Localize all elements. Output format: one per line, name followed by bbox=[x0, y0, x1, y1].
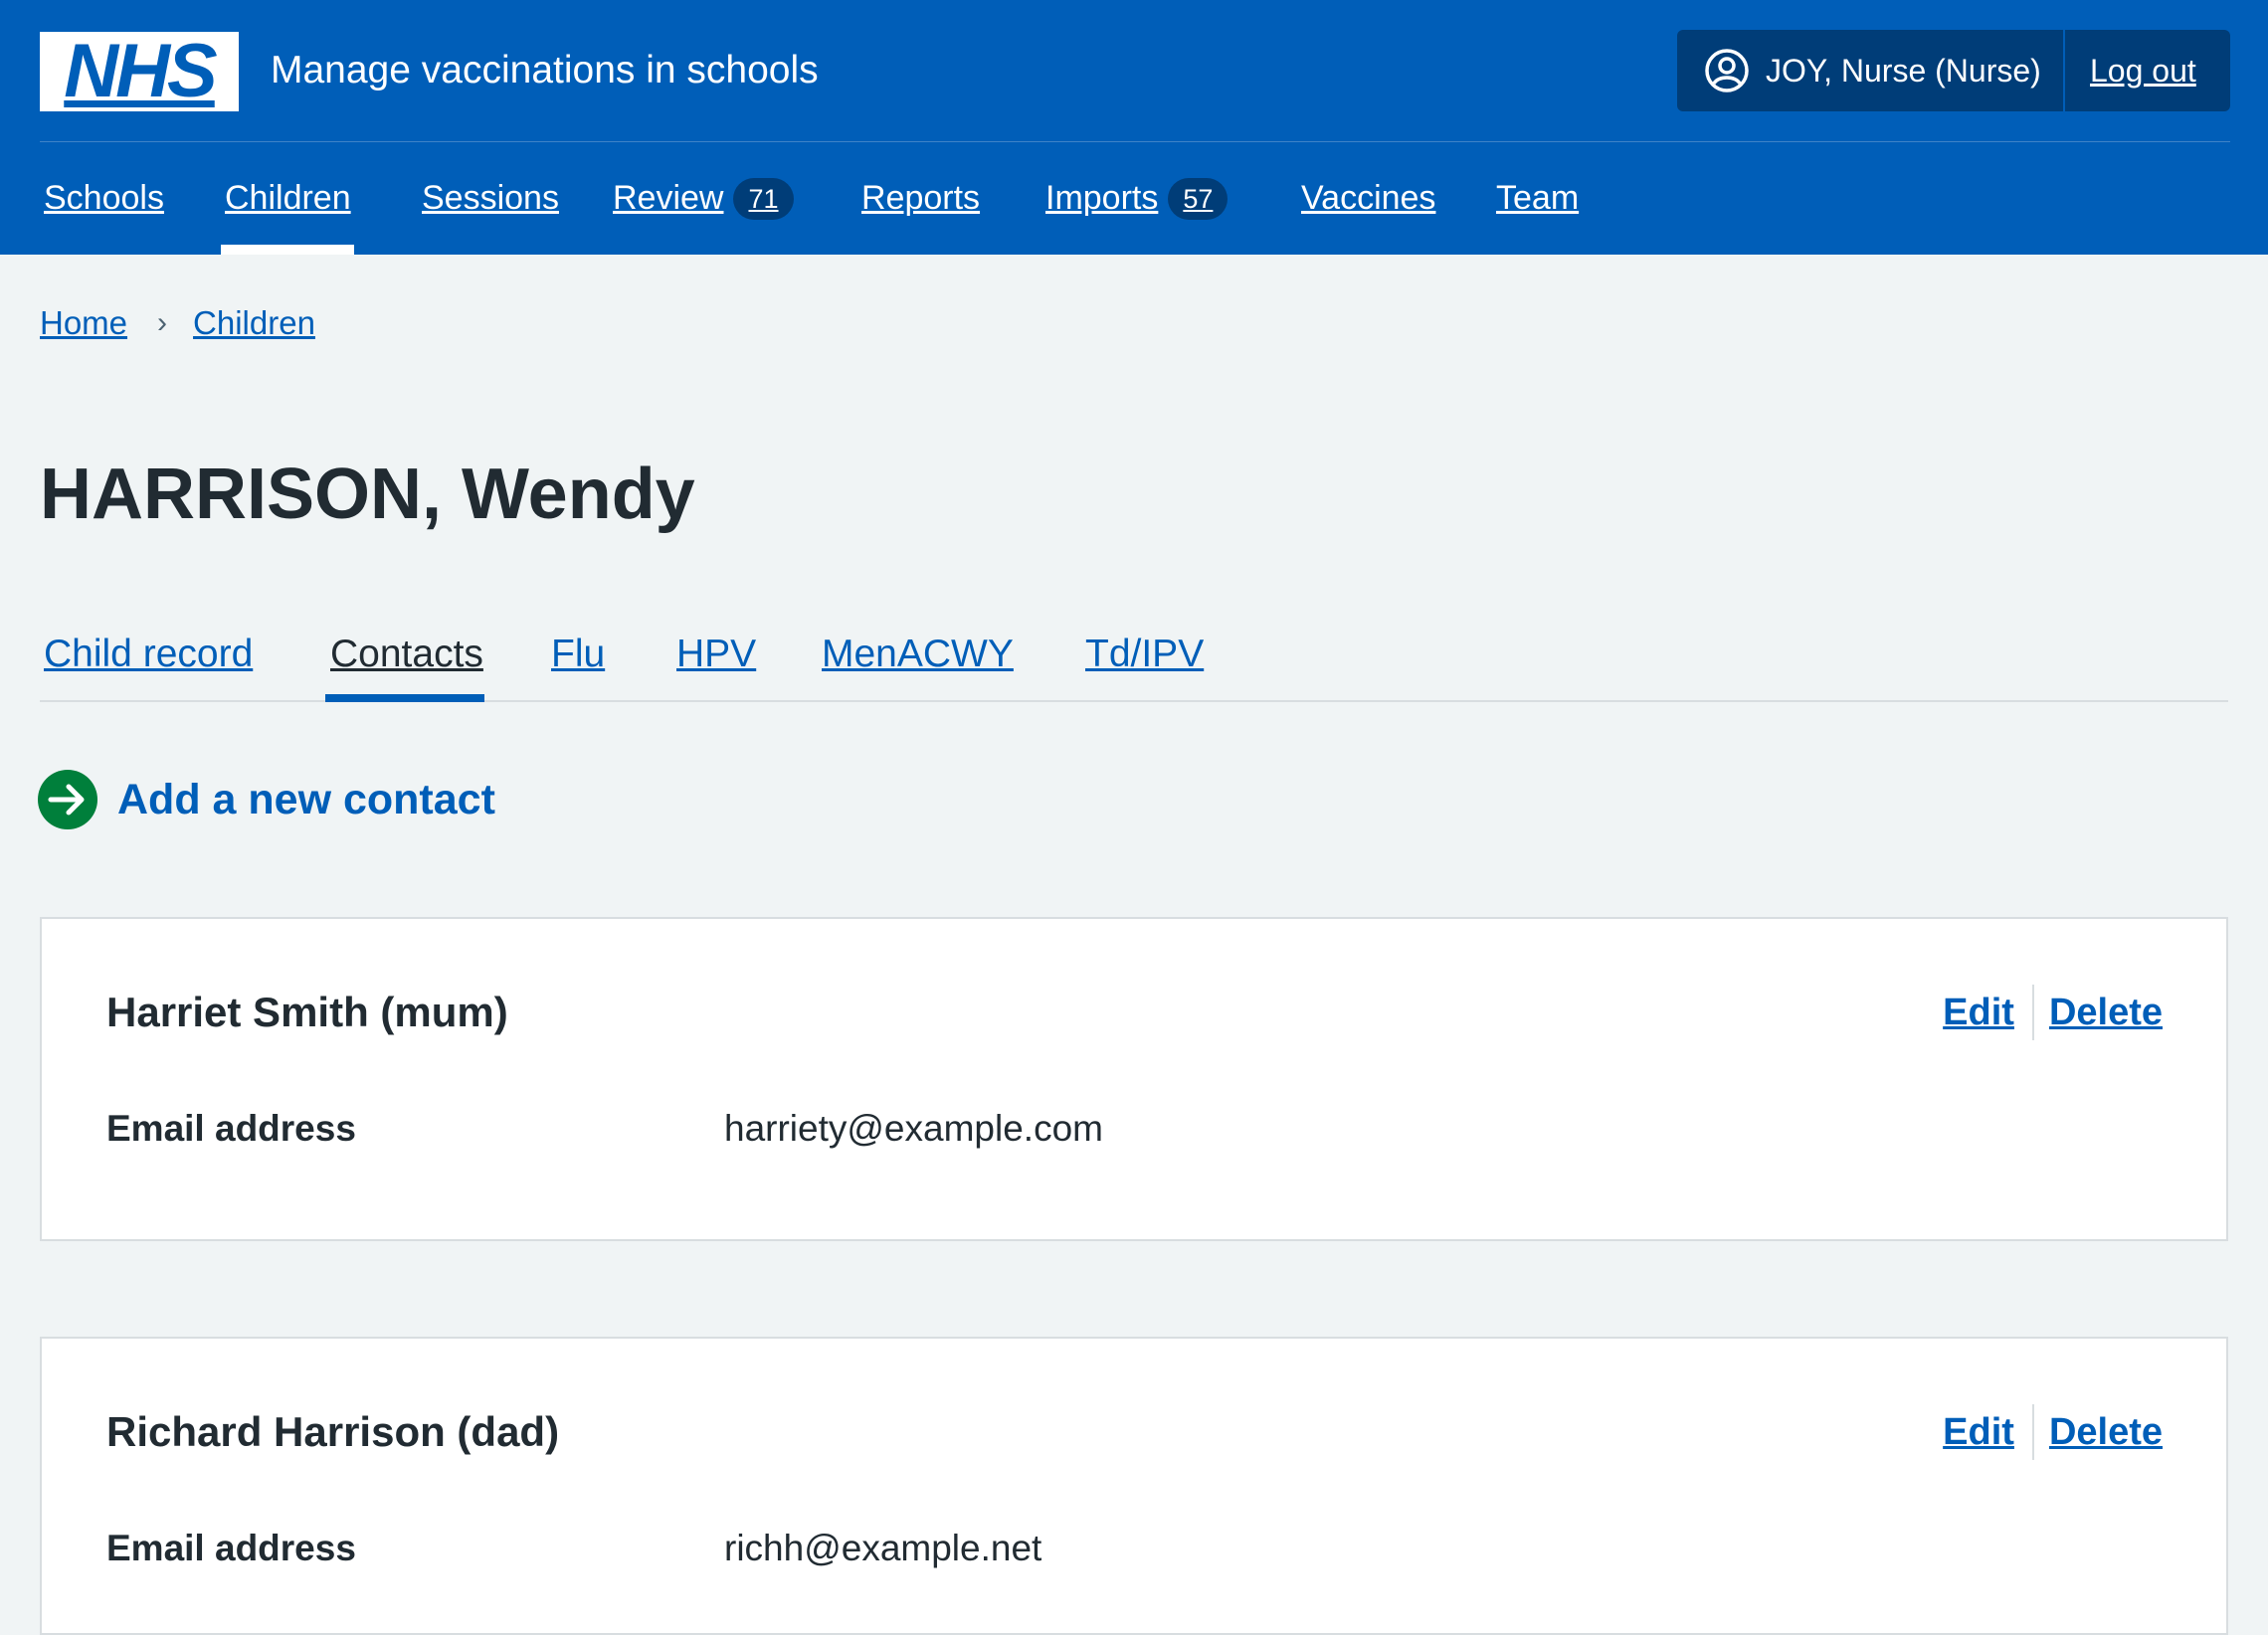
tab-menacwy[interactable]: MenACWY bbox=[822, 609, 1014, 700]
imports-count-badge: 57 bbox=[1168, 177, 1228, 220]
nav-item-team[interactable]: Team bbox=[1496, 142, 1579, 255]
nav-item-vaccines[interactable]: Vaccines bbox=[1301, 142, 1435, 255]
add-contact-link[interactable]: Add a new contact bbox=[38, 770, 495, 829]
actions-divider bbox=[2031, 985, 2034, 1040]
site-header: NHS Manage vaccinations in schools JOY, … bbox=[0, 0, 2268, 255]
email-value: harriety@example.com bbox=[724, 1108, 1103, 1149]
user-icon bbox=[1705, 49, 1749, 92]
logo-text: NHS bbox=[64, 29, 217, 113]
email-key: Email address bbox=[106, 1108, 356, 1149]
nav-label: Sessions bbox=[422, 179, 559, 217]
edit-contact-link[interactable]: Edit bbox=[1943, 1411, 2014, 1454]
review-count-badge: 71 bbox=[733, 177, 794, 220]
tab-active-indicator bbox=[325, 694, 484, 702]
nav-label: Vaccines bbox=[1301, 179, 1436, 217]
nav-label: Schools bbox=[44, 179, 164, 217]
service-name[interactable]: Manage vaccinations in schools bbox=[271, 46, 819, 95]
account-panel: JOY, Nurse (Nurse) Log out bbox=[1677, 30, 2230, 111]
nav-item-review[interactable]: Review 71 bbox=[613, 142, 794, 255]
account-user-label: JOY, Nurse (Nurse) bbox=[1766, 52, 2041, 89]
tab-hpv[interactable]: HPV bbox=[676, 609, 756, 700]
card-actions: Edit Delete bbox=[1943, 1404, 2163, 1460]
add-contact-label: Add a new contact bbox=[117, 775, 495, 823]
logout-link[interactable]: Log out bbox=[2090, 53, 2196, 90]
nav-active-indicator bbox=[221, 245, 354, 255]
contact-card: Harriet Smith (mum) Edit Delete Email ad… bbox=[40, 917, 2228, 1241]
primary-navigation: Schools Children Sessions Review 71 Repor… bbox=[0, 142, 2268, 255]
arrow-right-circle-icon bbox=[38, 770, 97, 829]
tab-td-ipv[interactable]: Td/IPV bbox=[1085, 609, 1204, 700]
breadcrumb: Home › Children bbox=[40, 304, 315, 342]
account-user: JOY, Nurse (Nurse) bbox=[1677, 30, 2063, 111]
nav-item-sessions[interactable]: Sessions bbox=[422, 142, 559, 255]
email-key: Email address bbox=[106, 1528, 356, 1568]
tab-child-record[interactable]: Child record bbox=[44, 609, 253, 700]
record-tabs: Child record Contacts Flu HPV MenACWY Td… bbox=[40, 609, 2228, 702]
nav-item-children[interactable]: Children bbox=[225, 142, 351, 255]
card-actions: Edit Delete bbox=[1943, 985, 2163, 1040]
nav-label: Imports bbox=[1045, 179, 1159, 217]
nhs-logo[interactable]: NHS bbox=[40, 32, 239, 111]
delete-contact-link[interactable]: Delete bbox=[2049, 992, 2163, 1034]
account-divider bbox=[2063, 30, 2065, 111]
nav-item-imports[interactable]: Imports 57 bbox=[1045, 142, 1228, 255]
chevron-right-icon: › bbox=[157, 306, 168, 339]
nav-item-schools[interactable]: Schools bbox=[44, 142, 164, 255]
breadcrumb-home[interactable]: Home bbox=[40, 304, 127, 342]
nav-label: Team bbox=[1496, 179, 1580, 217]
actions-divider bbox=[2031, 1404, 2034, 1460]
delete-contact-link[interactable]: Delete bbox=[2049, 1411, 2163, 1454]
contact-name: Harriet Smith (mum) bbox=[106, 989, 508, 1035]
nav-label: Review bbox=[613, 179, 724, 217]
nav-label: Reports bbox=[861, 179, 981, 217]
breadcrumb-children[interactable]: Children bbox=[193, 304, 315, 342]
nav-label: Children bbox=[225, 179, 351, 217]
page-title: HARRISON, Wendy bbox=[40, 454, 695, 534]
edit-contact-link[interactable]: Edit bbox=[1943, 992, 2014, 1034]
tab-flu[interactable]: Flu bbox=[551, 609, 605, 700]
nav-item-reports[interactable]: Reports bbox=[861, 142, 980, 255]
contact-name: Richard Harrison (dad) bbox=[106, 1408, 560, 1455]
email-value: richh@example.net bbox=[724, 1528, 1042, 1568]
tab-contacts[interactable]: Contacts bbox=[330, 609, 483, 700]
contact-card: Richard Harrison (dad) Edit Delete Email… bbox=[40, 1337, 2228, 1635]
